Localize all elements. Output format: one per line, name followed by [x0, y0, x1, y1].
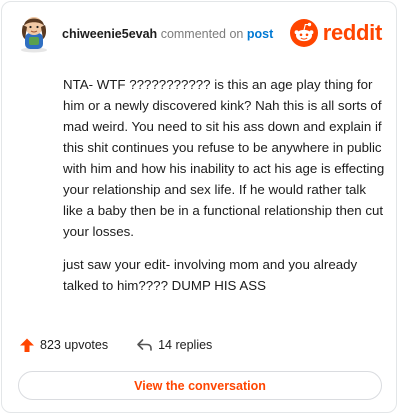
comment-body: NTA- WTF ??????????? is this an age play… [63, 74, 385, 308]
upvotes-count[interactable]: 823 upvotes [19, 337, 108, 353]
upvotes-label: 823 upvotes [40, 338, 109, 352]
reddit-snoo-icon [289, 19, 318, 47]
upvote-arrow-icon [20, 338, 34, 352]
comment-embed-card: chiweenie5evah commented on post reddit … [1, 1, 397, 413]
reply-arrow-icon [137, 339, 152, 351]
replies-count[interactable]: 14 replies [136, 337, 212, 353]
comment-paragraph: just saw your edit- involving mom and yo… [63, 257, 358, 293]
reddit-wordmark: reddit [322, 20, 383, 45]
replies-label: 14 replies [158, 338, 213, 352]
avatar[interactable] [17, 13, 51, 53]
comment-actions: 823 upvotes 14 replies [19, 335, 212, 355]
avatar-icon [21, 17, 47, 53]
attribution-verb: commented on [160, 27, 244, 41]
comment-paragraph: NTA- WTF ??????????? is this an age play… [63, 77, 385, 239]
reddit-logo[interactable]: reddit [289, 17, 383, 49]
view-conversation-button[interactable]: View the conversation [18, 371, 382, 400]
comment-attribution: chiweenie5evah commented on post [62, 26, 273, 42]
post-link[interactable]: post [247, 27, 273, 41]
username-link[interactable]: chiweenie5evah [62, 27, 157, 41]
